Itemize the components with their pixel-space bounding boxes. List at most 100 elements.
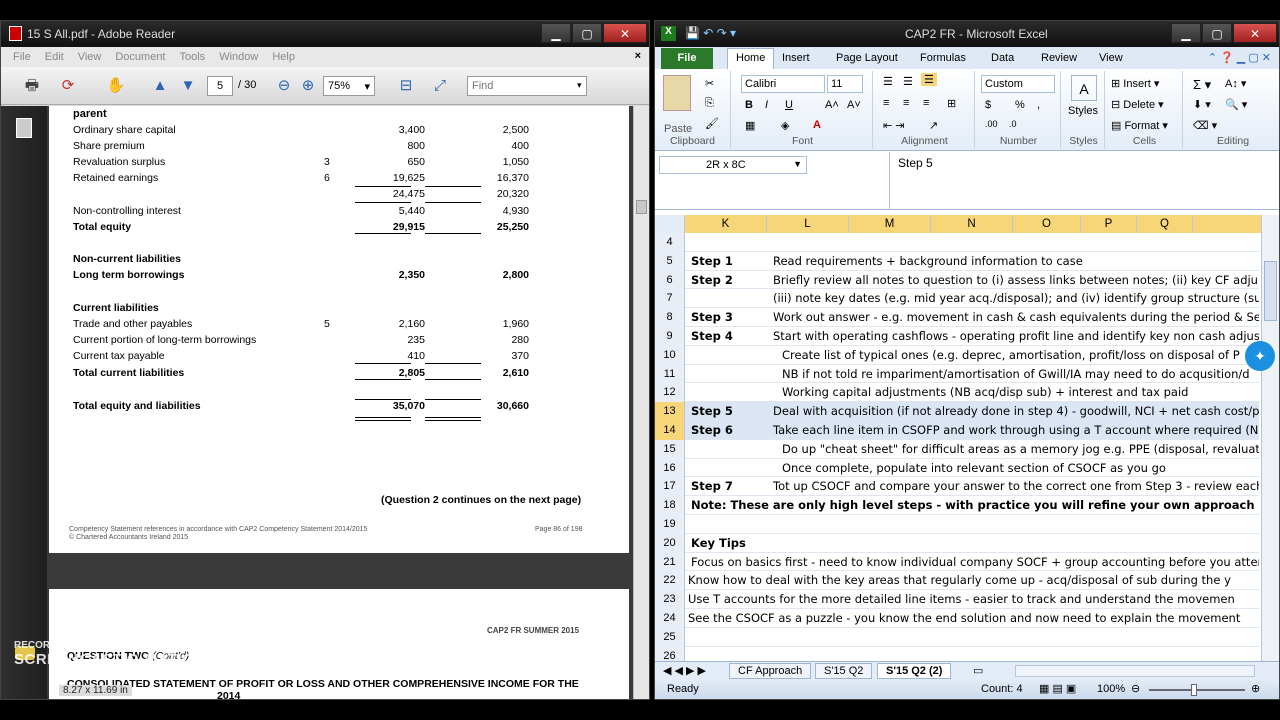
sheet-row[interactable]: 6 Step 2 Briefly review all notes to quest… [655, 270, 1259, 290]
cell-k[interactable]: See the CSOCF as a puzzle - you know the… [688, 611, 1240, 625]
sheet-row[interactable]: 11 NB if not told re impariment/amortisat… [655, 364, 1259, 384]
zoom-select[interactable]: 75% ▾ [323, 76, 375, 96]
quick-access-icons[interactable]: 💾 ↶ ↷ ▾ [685, 26, 736, 40]
sheet-row[interactable]: 24 See the CSOCF as a puzzle - you know t… [655, 609, 1259, 628]
cell-k[interactable]: Step 7 [691, 479, 733, 493]
number-format-select[interactable]: Custom [981, 75, 1055, 93]
sheet-row[interactable]: 22 Know how to deal with the key areas th… [655, 571, 1259, 591]
styles-label[interactable]: Styles [1068, 105, 1098, 117]
row-number[interactable]: 25 [655, 627, 685, 647]
cell-l[interactable]: NB if not told re impariment/amortisatio… [782, 367, 1250, 381]
tab-data[interactable]: Data [991, 52, 1014, 64]
minimize-icon[interactable]: ▁ [541, 23, 571, 43]
sheet-row[interactable]: 17 Step 7 Tot up CSOCF and compare your an… [655, 477, 1259, 497]
orientation-icon[interactable]: ↗ [929, 119, 938, 132]
zoom-in-icon[interactable]: ⊕ [297, 75, 319, 97]
bold-icon[interactable]: B [745, 99, 753, 111]
sheet-row[interactable]: 19 [655, 515, 1259, 534]
cell-k[interactable]: Step 6 [691, 423, 733, 437]
grow-font-icon[interactable]: A˄ [825, 99, 839, 111]
tab-file[interactable]: File [661, 48, 713, 69]
zoom-level[interactable]: 100% [1097, 683, 1125, 695]
zoom-out-icon[interactable]: ⊖ [273, 75, 295, 97]
row-number[interactable]: 12 [655, 383, 685, 403]
sheet-tab-s15-q2[interactable]: S'15 Q2 [815, 663, 873, 679]
align-bottom-icon[interactable]: ☰ [921, 73, 937, 86]
sheet-tab-cf-approach[interactable]: CF Approach [729, 663, 812, 679]
menu-tools[interactable]: Tools [180, 51, 206, 67]
insert-cells-button[interactable]: ⊞ Insert ▾ [1111, 77, 1159, 90]
format-painter-icon[interactable]: 🖌 [705, 117, 719, 130]
row-number[interactable]: 18 [655, 496, 685, 515]
export-pdf-icon[interactable]: ⟳ [57, 75, 79, 97]
menu-document[interactable]: Document [115, 51, 165, 67]
tab-page-layout[interactable]: Page Layout [836, 52, 898, 64]
row-number[interactable]: 17 [655, 477, 685, 497]
sheet-row[interactable]: 23 Use T accounts for the more detailed l… [655, 590, 1259, 609]
name-box[interactable]: 2R x 8C ▼ [659, 156, 807, 174]
cell-l[interactable]: Deal with acquisition (if not already do… [773, 404, 1259, 418]
row-number[interactable]: 19 [655, 515, 685, 534]
tab-home[interactable]: Home [727, 48, 775, 69]
tab-view[interactable]: View [1099, 52, 1123, 64]
column-header-r[interactable] [1193, 215, 1263, 233]
delete-cells-button[interactable]: ⊟ Delete ▾ [1111, 98, 1164, 111]
cell-k[interactable]: Step 5 [691, 404, 733, 418]
row-number[interactable]: 22 [655, 571, 685, 591]
column-header-n[interactable]: N [931, 215, 1013, 233]
excel-vertical-scrollbar[interactable] [1261, 215, 1279, 661]
cell-l[interactable]: Take each line item in CSOFP and work th… [773, 423, 1259, 437]
horizontal-scrollbar[interactable] [1015, 665, 1255, 677]
cell-l[interactable]: (iii) note key dates (e.g. mid year acq.… [773, 291, 1259, 305]
menu-file[interactable]: File [13, 51, 31, 67]
zoom-slider-thumb[interactable] [1191, 684, 1197, 696]
find-dropdown-icon[interactable]: ▾ [577, 80, 582, 91]
find-select-icon[interactable]: 🔍 ▾ [1225, 98, 1247, 111]
tab-review[interactable]: Review [1041, 52, 1077, 64]
row-number[interactable]: 21 [655, 552, 685, 572]
fit-page-icon[interactable]: ⊟ [395, 75, 417, 97]
row-number[interactable]: 10 [655, 345, 685, 365]
fit-width-icon[interactable]: ⤢ [429, 75, 451, 97]
help-icon[interactable]: ⌃ ❓ ▁ ▢ ✕ [1208, 51, 1271, 64]
menu-window[interactable]: Window [219, 51, 258, 67]
align-top-icon[interactable]: ☰ [883, 75, 893, 88]
row-number[interactable]: 6 [655, 270, 685, 290]
reader-scroll-thumb[interactable] [636, 200, 647, 214]
close-icon[interactable]: ✕ [603, 23, 647, 43]
view-buttons[interactable]: ▦ ▤ ▣ [1039, 682, 1076, 695]
cell-k[interactable]: Step 2 [691, 273, 733, 287]
format-cells-button[interactable]: ▤ Format ▾ [1111, 119, 1168, 132]
row-number[interactable]: 24 [655, 609, 685, 628]
excel-scroll-thumb[interactable] [1264, 261, 1277, 321]
row-number[interactable]: 16 [655, 458, 685, 478]
cell-k[interactable]: Focus on basics first - need to know ind… [691, 555, 1259, 569]
new-sheet-icon[interactable]: ▭ [973, 664, 983, 677]
cell-l[interactable]: Start with operating cashflows - operati… [773, 329, 1259, 343]
copy-icon[interactable]: ⎘ [705, 97, 714, 110]
cell-l[interactable]: Read requirements + background informati… [773, 254, 1083, 268]
cell-l[interactable]: Do up "cheat sheet" for difficult areas … [782, 442, 1259, 456]
cell-k[interactable]: Note: These are only high level steps - … [691, 498, 1255, 512]
menu-view[interactable]: View [78, 51, 102, 67]
sheet-row[interactable]: 7 (iii) note key dates (e.g. mid year acq… [655, 289, 1259, 309]
sheet-row[interactable]: 16 Once complete, populate into relevant … [655, 458, 1259, 478]
align-center-icon[interactable]: ≡ [903, 97, 909, 109]
styles-icon[interactable]: A [1071, 75, 1097, 101]
align-middle-icon[interactable]: ☰ [903, 75, 913, 88]
zoom-slider[interactable] [1149, 689, 1245, 691]
hand-tool-icon[interactable]: ✋ [105, 75, 127, 97]
clear-icon[interactable]: ⌫ ▾ [1193, 119, 1217, 132]
cell-k[interactable]: Know how to deal with the key areas that… [688, 573, 1231, 587]
next-page-icon[interactable]: ▼ [177, 75, 199, 97]
tab-formulas[interactable]: Formulas [920, 52, 966, 64]
cell-k[interactable]: Key Tips [691, 536, 746, 550]
column-header-o[interactable]: O [1013, 215, 1081, 233]
sheet-tab-s15-q2-copy[interactable]: S'15 Q2 (2) [877, 663, 952, 679]
row-number[interactable]: 14 [655, 421, 685, 440]
cell-l[interactable]: Once complete, populate into relevant se… [782, 461, 1166, 475]
row-number[interactable]: 13 [655, 402, 685, 421]
select-all-corner[interactable] [655, 215, 685, 233]
underline-icon[interactable]: U [785, 99, 793, 111]
autosum-icon[interactable]: Σ ▾ [1193, 77, 1211, 93]
